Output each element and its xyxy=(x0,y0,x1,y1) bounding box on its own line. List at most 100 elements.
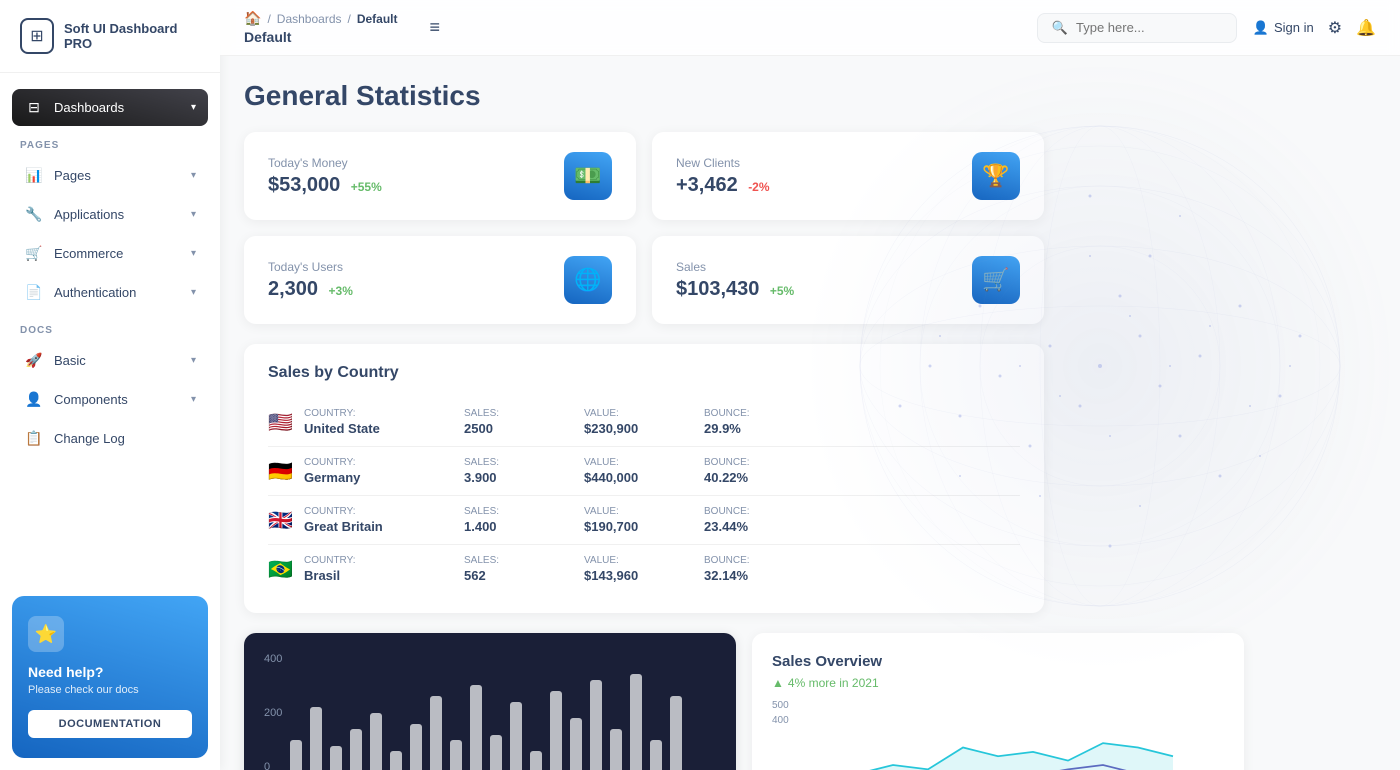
chevron-down-icon: ▾ xyxy=(191,287,196,298)
chart-bar xyxy=(610,729,622,770)
chart-bar xyxy=(570,718,582,770)
search-box[interactable]: 🔍 xyxy=(1037,13,1237,43)
chart-bar xyxy=(590,680,602,770)
menu-icon[interactable]: ≡ xyxy=(430,17,441,38)
sidebar-label-changelog: Change Log xyxy=(54,431,125,446)
settings-icon[interactable]: ⚙ xyxy=(1328,18,1342,38)
sales-by-country-title: Sales by Country xyxy=(268,364,1020,382)
stat-badge-3: +5% xyxy=(770,284,794,298)
home-icon: 🏠 xyxy=(244,10,261,27)
changelog-icon: 📋 xyxy=(24,430,44,447)
stat-badge-0: +55% xyxy=(351,180,382,194)
section-label-docs: DOCS xyxy=(12,313,208,342)
sidebar-label-dashboards: Dashboards xyxy=(54,100,124,115)
stat-value-2: 2,300 xyxy=(268,278,318,300)
overview-title: Sales Overview xyxy=(772,653,1224,670)
sidebar-item-applications[interactable]: 🔧 Applications ▾ xyxy=(12,196,208,233)
chart-bar xyxy=(490,735,502,770)
chevron-down-icon: ▾ xyxy=(191,394,196,405)
sidebar-item-dashboards[interactable]: ⊟ Dashboards ▾ xyxy=(12,89,208,126)
sidebar-label-ecommerce: Ecommerce xyxy=(54,246,123,261)
arrow-up-icon: ▲ xyxy=(772,676,784,690)
stat-card-3: Sales $103,430 +5% 🛒 xyxy=(652,236,1044,324)
bottom-row: 400 200 0 Sales Overview ▲ 4% more in 20… xyxy=(244,633,1244,770)
country-table: 🇺🇸 Country: United State Sales: 2500 Val… xyxy=(268,398,1020,593)
flag-icon: 🇧🇷 xyxy=(268,557,304,582)
user-icon: 👤 xyxy=(1253,20,1269,36)
sidebar-item-ecommerce[interactable]: 🛒 Ecommerce ▾ xyxy=(12,235,208,272)
chart-bar xyxy=(330,746,342,770)
flag-icon: 🇩🇪 xyxy=(268,459,304,484)
sidebar-label-applications: Applications xyxy=(54,207,124,222)
sales-overview-card: Sales Overview ▲ 4% more in 2021 500 400 xyxy=(752,633,1244,770)
stat-info-3: Sales $103,430 +5% xyxy=(676,260,794,301)
chart-bar xyxy=(390,751,402,770)
components-icon: 👤 xyxy=(24,391,44,408)
chart-bar xyxy=(670,696,682,770)
signin-label: Sign in xyxy=(1274,20,1314,35)
main-area: 🏠 / Dashboards / Default Default ≡ 🔍 👤 S… xyxy=(220,0,1400,770)
table-row: 🇧🇷 Country: Brasil Sales: 562 Value: $14… xyxy=(268,545,1020,593)
stat-card-0: Today's Money $53,000 +55% 💵 xyxy=(244,132,636,220)
search-input[interactable] xyxy=(1076,20,1216,35)
stat-label-2: Today's Users xyxy=(268,260,353,274)
sidebar-logo: ⊞ Soft UI Dashboard PRO xyxy=(0,0,220,73)
sidebar-label-authentication: Authentication xyxy=(54,285,136,300)
stat-badge-2: +3% xyxy=(329,284,353,298)
flag-icon: 🇺🇸 xyxy=(268,410,304,435)
help-title: Need help? xyxy=(28,664,192,680)
chart-bar xyxy=(290,740,302,770)
chart-bar xyxy=(530,751,542,770)
chevron-down-icon: ▾ xyxy=(191,248,196,259)
sidebar: ⊞ Soft UI Dashboard PRO ⊟ Dashboards ▾ P… xyxy=(0,0,220,770)
breadcrumb-sep2: / xyxy=(348,12,351,26)
page-breadcrumb-title: Default xyxy=(244,29,398,45)
chart-bar xyxy=(370,713,382,770)
stat-info-1: New Clients +3,462 -2% xyxy=(676,156,770,197)
sidebar-item-basic[interactable]: 🚀 Basic ▾ xyxy=(12,342,208,379)
signin-button[interactable]: 👤 Sign in xyxy=(1253,20,1314,36)
chevron-down-icon: ▾ xyxy=(191,170,196,181)
sidebar-item-authentication[interactable]: 📄 Authentication ▾ xyxy=(12,274,208,311)
breadcrumb-current: Default xyxy=(357,12,398,26)
topbar-left: 🏠 / Dashboards / Default Default xyxy=(244,10,398,45)
overview-chart: 500 400 xyxy=(772,700,1224,770)
chart-bar xyxy=(650,740,662,770)
breadcrumb-sep1: / xyxy=(267,12,270,26)
documentation-button[interactable]: DOCUMENTATION xyxy=(28,710,192,738)
stat-label-1: New Clients xyxy=(676,156,770,170)
chart-bar xyxy=(450,740,462,770)
table-row: 🇺🇸 Country: United State Sales: 2500 Val… xyxy=(268,398,1020,447)
logo-text: Soft UI Dashboard PRO xyxy=(64,21,200,51)
chevron-down-icon: ▾ xyxy=(191,355,196,366)
stat-value-1: +3,462 xyxy=(676,174,738,196)
sidebar-item-pages[interactable]: 📊 Pages ▾ xyxy=(12,157,208,194)
applications-icon: 🔧 xyxy=(24,206,44,223)
stat-label-0: Today's Money xyxy=(268,156,382,170)
chart-bar xyxy=(550,691,562,770)
logo-icon: ⊞ xyxy=(20,18,54,54)
dashboard-icon: ⊟ xyxy=(24,99,44,116)
stat-card-2: Today's Users 2,300 +3% 🌐 xyxy=(244,236,636,324)
sidebar-item-changelog[interactable]: 📋 Change Log xyxy=(12,420,208,457)
help-star-icon: ⭐ xyxy=(28,616,64,652)
pages-icon: 📊 xyxy=(24,167,44,184)
stat-info-2: Today's Users 2,300 +3% xyxy=(268,260,353,301)
chart-bar xyxy=(470,685,482,770)
chart-bars xyxy=(290,653,682,770)
auth-icon: 📄 xyxy=(24,284,44,301)
help-subtitle: Please check our docs xyxy=(28,684,192,696)
stat-card-1: New Clients +3,462 -2% 🏆 xyxy=(652,132,1044,220)
ecommerce-icon: 🛒 xyxy=(24,245,44,262)
page-title: General Statistics xyxy=(244,80,1376,112)
sidebar-item-components[interactable]: 👤 Components ▾ xyxy=(12,381,208,418)
bell-icon[interactable]: 🔔 xyxy=(1356,18,1376,38)
help-panel: ⭐ Need help? Please check our docs DOCUM… xyxy=(12,596,208,758)
chevron-down-icon: ▾ xyxy=(191,102,196,113)
stat-info-0: Today's Money $53,000 +55% xyxy=(268,156,382,197)
stat-value-0: $53,000 xyxy=(268,174,340,196)
topbar: 🏠 / Dashboards / Default Default ≡ 🔍 👤 S… xyxy=(220,0,1400,56)
sales-by-country-card: Sales by Country 🇺🇸 Country: United Stat… xyxy=(244,344,1044,613)
stat-icon-3: 🛒 xyxy=(972,256,1020,304)
table-row: 🇬🇧 Country: Great Britain Sales: 1.400 V… xyxy=(268,496,1020,545)
